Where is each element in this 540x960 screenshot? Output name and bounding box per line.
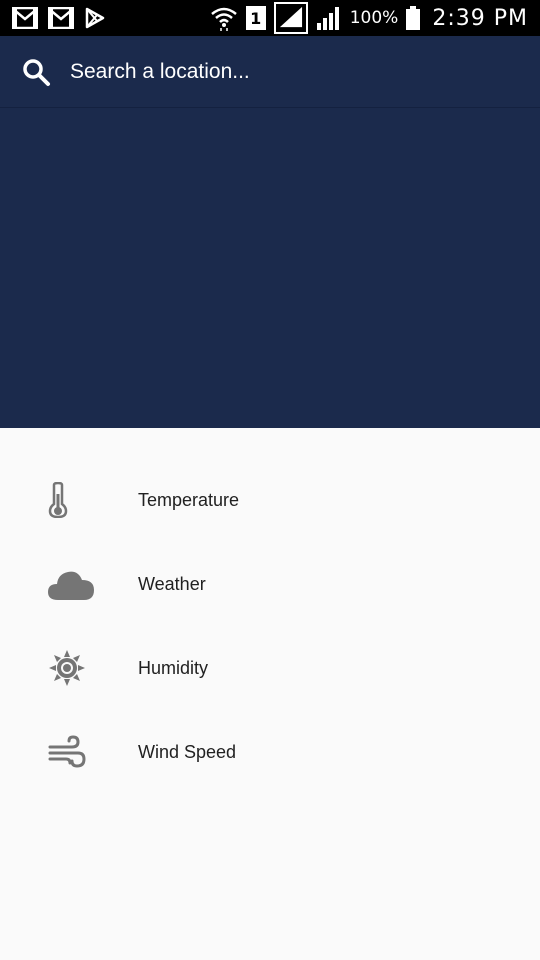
list-item-label: Weather bbox=[138, 573, 206, 594]
sim-slot-label: 1 bbox=[250, 8, 262, 28]
battery-percent: 100% bbox=[349, 8, 399, 28]
list-item-wind-speed[interactable]: Wind Speed bbox=[0, 710, 540, 794]
wind-icon bbox=[48, 725, 102, 779]
list-item-temperature[interactable]: Temperature bbox=[0, 458, 540, 542]
play-store-icon bbox=[85, 7, 105, 29]
list-item-label: Humidity bbox=[138, 657, 209, 678]
battery-icon bbox=[406, 6, 421, 30]
signal-icon bbox=[316, 7, 339, 30]
search-bar bbox=[0, 36, 540, 108]
weather-options-list: Temperature Weather Humidity Wind Speed bbox=[0, 458, 540, 794]
list-item-label: Wind Speed bbox=[138, 741, 237, 762]
search-input[interactable] bbox=[70, 47, 540, 96]
gmail-icon bbox=[48, 7, 74, 29]
search-icon[interactable] bbox=[20, 56, 52, 88]
clock: 2:39 PM bbox=[432, 5, 528, 31]
list-item-humidity[interactable]: Humidity bbox=[0, 626, 540, 710]
status-bar: 1 100% 2:39 PM bbox=[0, 0, 540, 36]
gmail-icon bbox=[12, 7, 38, 29]
cloud-icon bbox=[48, 557, 102, 611]
list-item-weather[interactable]: Weather bbox=[0, 542, 540, 626]
list-item-label: Temperature bbox=[138, 489, 240, 510]
signal-box bbox=[273, 2, 308, 34]
wifi-icon bbox=[210, 7, 237, 31]
sun-icon bbox=[48, 641, 102, 695]
header-banner bbox=[0, 108, 540, 428]
sim-icon: 1 bbox=[245, 6, 266, 30]
signal-icon bbox=[279, 6, 302, 28]
system-icons: 1 100% 2:39 PM bbox=[202, 2, 528, 34]
thermometer-icon bbox=[48, 473, 102, 527]
notification-icons bbox=[12, 7, 116, 29]
